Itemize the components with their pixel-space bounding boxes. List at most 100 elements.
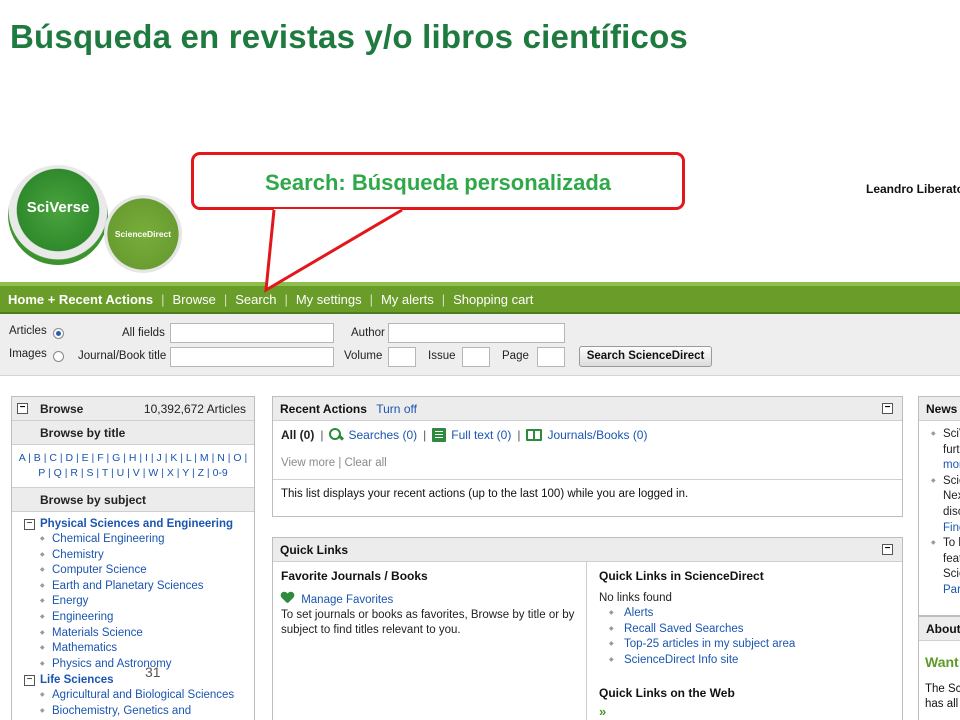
news-line: disc <box>943 505 960 518</box>
news-item[interactable]: To h feat Scie Par <box>927 536 960 598</box>
heart-icon <box>281 592 294 604</box>
browse-by-subject-header: Browse by subject <box>12 488 254 512</box>
nav-separator: | <box>369 291 373 307</box>
turn-off-link[interactable]: Turn off <box>376 402 417 416</box>
news-panel: News SciV furth more Scie Nex disc Find … <box>918 396 960 616</box>
author-input[interactable] <box>388 323 565 343</box>
double-arrow-icon[interactable]: » <box>599 704 890 719</box>
subject-item[interactable]: Agricultural and Biological Sciences <box>40 688 254 704</box>
articles-radio[interactable] <box>53 328 64 339</box>
nav-separator: | <box>223 291 228 307</box>
collapse-icon[interactable]: − <box>17 403 28 414</box>
link-alerts[interactable]: Alerts <box>599 606 890 622</box>
web-links-title: Quick Links on the Web <box>599 686 735 700</box>
quick-links-title: Quick Links <box>280 543 349 557</box>
volume-input[interactable] <box>388 347 416 367</box>
sd-links-list: Alerts Recall Saved Searches Top-25 arti… <box>599 606 890 668</box>
subject-tree: − Physical Sciences and Engineering Chem… <box>12 512 254 720</box>
nav-browse[interactable]: Browse <box>172 292 215 307</box>
issue-input[interactable] <box>462 347 490 367</box>
filter-searches[interactable]: Searches (0) <box>348 428 417 442</box>
user-name[interactable]: Leandro Liberator <box>866 182 960 196</box>
page-input[interactable] <box>537 347 565 367</box>
filter-fulltext[interactable]: Full text (0) <box>451 428 511 442</box>
news-line[interactable]: Find <box>943 521 960 537</box>
news-title: News <box>926 402 958 416</box>
news-line: Scie <box>943 474 960 487</box>
nav-separator: | <box>161 291 165 307</box>
browse-by-title-label: Browse by title <box>40 426 126 440</box>
link-sciencedirect-info[interactable]: ScienceDirect Info site <box>599 653 890 669</box>
no-links-text: No links found <box>599 592 672 604</box>
collapse-icon[interactable]: − <box>24 519 35 530</box>
all-fields-input[interactable] <box>170 323 334 343</box>
about-header: About <box>919 617 960 641</box>
browse-title: Browse <box>40 402 84 416</box>
favorites-column: Favorite Journals / Books Manage Favorit… <box>273 562 587 720</box>
collapse-icon[interactable]: − <box>882 403 893 414</box>
alphabet-row[interactable]: A | B | C | D | E | F | G | H | I | J | … <box>16 451 250 466</box>
news-header: News <box>919 397 960 421</box>
subject-item[interactable]: Materials Science <box>40 626 254 642</box>
subject-item[interactable]: Chemical Engineering <box>40 532 254 548</box>
clear-all-link[interactable]: Clear all <box>345 457 387 469</box>
document-icon <box>432 428 447 442</box>
subject-item[interactable]: Biochemistry, Genetics and <box>40 704 254 720</box>
alphabet-row[interactable]: P | Q | R | S | T | U | V | W | X | Y | … <box>16 466 250 481</box>
about-line: has all <box>925 698 959 710</box>
favorites-title: Favorite Journals / Books <box>281 569 428 583</box>
link-recall-saved-searches[interactable]: Recall Saved Searches <box>599 622 890 638</box>
subject-category-label[interactable]: Life Sciences <box>40 674 114 686</box>
quick-links-columns: Favorite Journals / Books Manage Favorit… <box>273 562 902 720</box>
subject-item[interactable]: Earth and Planetary Sciences <box>40 579 254 595</box>
book-icon <box>526 429 543 441</box>
news-line[interactable]: Par <box>943 583 960 599</box>
about-title: About <box>926 622 960 636</box>
subject-category-label[interactable]: Physical Sciences and Engineering <box>40 518 233 530</box>
images-label: Images <box>9 348 47 360</box>
filter-journals-books[interactable]: Journals/Books (0) <box>547 428 647 442</box>
filter-all[interactable]: All (0) <box>281 428 314 442</box>
sciverse-logo[interactable]: SciVerse <box>8 165 108 265</box>
nav-home-recent-actions[interactable]: Home + Recent Actions <box>8 292 153 307</box>
separator: | <box>517 428 521 442</box>
nav-search[interactable]: Search <box>235 292 276 307</box>
sciencedirect-logo[interactable]: ScienceDirect <box>104 195 182 273</box>
articles-label: Articles <box>9 325 47 337</box>
journal-title-input[interactable] <box>170 347 334 367</box>
nav-my-alerts[interactable]: My alerts <box>381 292 434 307</box>
separator: | <box>338 457 342 469</box>
journal-title-label: Journal/Book title <box>78 350 167 362</box>
about-line: The Sci <box>925 683 960 695</box>
news-line[interactable]: more <box>943 458 960 474</box>
manage-favorites-link[interactable]: Manage Favorites <box>301 594 393 606</box>
subject-item[interactable]: Energy <box>40 594 254 610</box>
view-clear-row: View more | Clear all <box>281 457 894 469</box>
nav-my-settings[interactable]: My settings <box>296 292 362 307</box>
recent-actions-title: Recent Actions <box>280 402 367 416</box>
news-item[interactable]: Scie Nex disc Find <box>927 474 960 536</box>
recent-actions-body: All (0) | Searches (0) | Full text (0) |… <box>273 421 902 506</box>
subject-item[interactable]: Engineering <box>40 610 254 626</box>
article-count: 10,392,672 Articles <box>143 402 246 416</box>
recent-filter-row: All (0) | Searches (0) | Full text (0) |… <box>281 427 894 443</box>
nav-shopping-cart[interactable]: Shopping cart <box>453 292 533 307</box>
news-line: To h <box>943 537 960 550</box>
images-radio[interactable] <box>53 351 64 362</box>
collapse-icon[interactable]: − <box>24 675 35 687</box>
quick-links-panel: Quick Links − Favorite Journals / Books … <box>272 537 903 720</box>
collapse-icon[interactable]: − <box>882 544 893 555</box>
view-more-link[interactable]: View more <box>281 457 335 469</box>
subject-item[interactable]: Chemistry <box>40 548 254 564</box>
favorites-help-text: To set journals or books as favorites, B… <box>281 609 575 636</box>
link-top-25-articles[interactable]: Top-25 articles in my subject area <box>599 637 890 653</box>
subject-item[interactable]: Mathematics <box>40 641 254 657</box>
callout-text: Search: Búsqueda personalizada <box>265 170 611 195</box>
separator: | <box>423 428 427 442</box>
search-sciencedirect-button[interactable]: Search ScienceDirect <box>579 346 712 367</box>
subject-category[interactable]: − Physical Sciences and Engineering <box>24 516 254 532</box>
subject-item[interactable]: Computer Science <box>40 563 254 579</box>
news-item[interactable]: SciV furth more <box>927 427 960 474</box>
news-line: SciV <box>943 428 960 440</box>
separator: | <box>320 428 324 442</box>
